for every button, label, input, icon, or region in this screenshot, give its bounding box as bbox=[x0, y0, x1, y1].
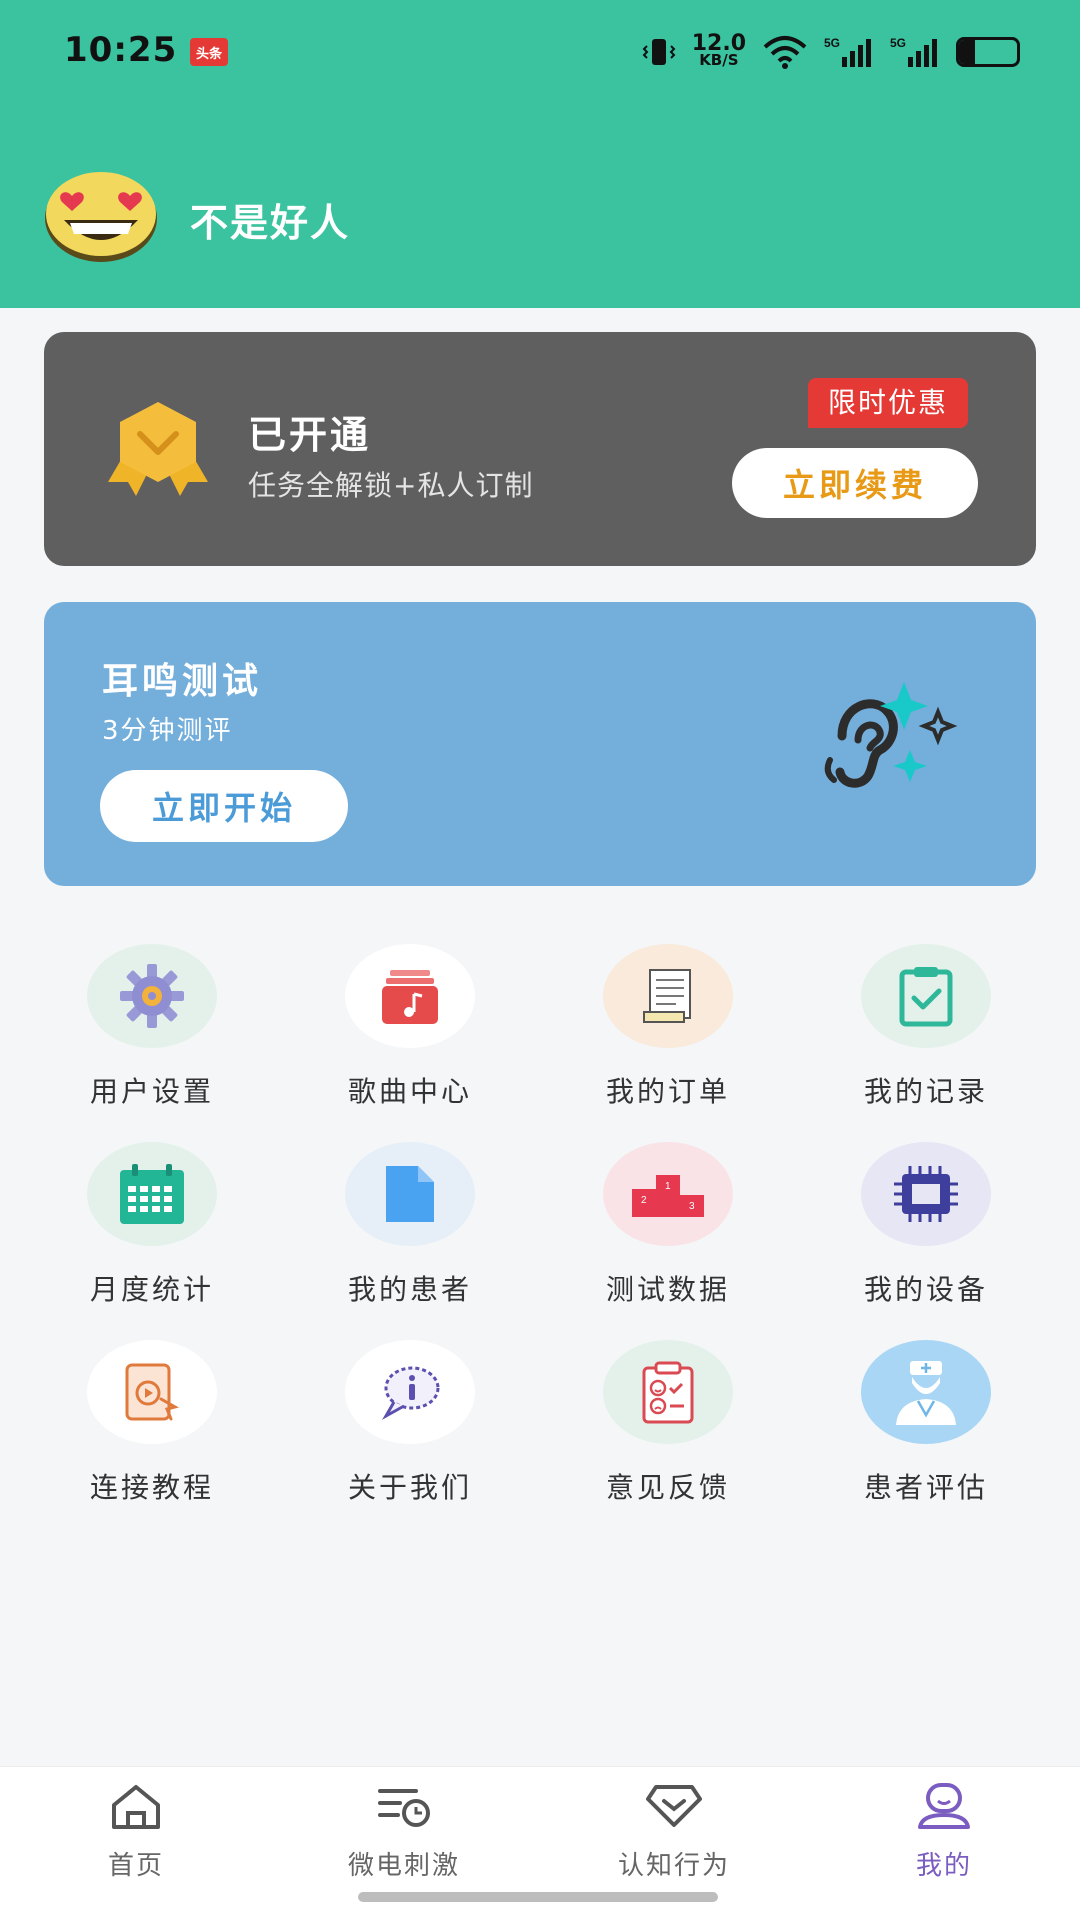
podium-icon: 2 1 3 bbox=[603, 1142, 733, 1246]
nav-home[interactable]: 首页 bbox=[56, 1781, 216, 1882]
doctor-glyph bbox=[896, 1361, 956, 1425]
grid-item-my-orders[interactable]: 我的订单 bbox=[578, 944, 758, 1110]
grid-label: 我的患者 bbox=[347, 1273, 472, 1306]
grid-item-my-records[interactable]: 我的记录 bbox=[836, 944, 1016, 1110]
cognition-icon bbox=[646, 1785, 702, 1827]
grid-label: 月度统计 bbox=[89, 1273, 214, 1306]
svg-text:2: 2 bbox=[641, 1195, 647, 1206]
grid-label: 测试数据 bbox=[605, 1273, 730, 1306]
tutorial-glyph bbox=[125, 1363, 179, 1421]
grid-label: 意见反馈 bbox=[605, 1471, 730, 1504]
grid-label: 连接教程 bbox=[89, 1471, 214, 1504]
profile-icon bbox=[918, 1783, 970, 1829]
grid-label: 关于我们 bbox=[347, 1471, 472, 1504]
grid-item-feedback[interactable]: 意见反馈 bbox=[578, 1340, 758, 1506]
chip-icon bbox=[861, 1142, 991, 1246]
calendar-icon bbox=[87, 1142, 217, 1246]
nav-profile[interactable]: 我的 bbox=[864, 1781, 1024, 1882]
feature-grid-items: 用户设置 歌曲中心 我的订单 我的记录 月度统计 我的患者 2 1 3 测试数据… bbox=[0, 0, 1080, 1920]
nav-label: 认知行为 bbox=[617, 1851, 730, 1881]
grid-label: 用户设置 bbox=[89, 1075, 214, 1108]
grid-label: 我的订单 bbox=[605, 1075, 730, 1108]
info-glyph bbox=[382, 1366, 440, 1420]
grid-item-my-devices[interactable]: 我的设备 bbox=[836, 1142, 1016, 1308]
music-icon bbox=[345, 944, 475, 1048]
grid-item-monthly-stats[interactable]: 月度统计 bbox=[62, 1142, 242, 1308]
feedback-glyph bbox=[642, 1361, 694, 1424]
podium-glyph: 2 1 3 bbox=[632, 1175, 704, 1217]
music-glyph bbox=[382, 970, 438, 1024]
home-indicator[interactable] bbox=[358, 1892, 718, 1902]
grid-label: 患者评估 bbox=[863, 1471, 988, 1504]
battery-level: 27 bbox=[974, 40, 1002, 64]
nav-cognition[interactable]: 认知行为 bbox=[594, 1781, 754, 1882]
home-icon bbox=[112, 1785, 160, 1829]
order-icon bbox=[603, 944, 733, 1048]
gear-icon bbox=[87, 944, 217, 1048]
grid-item-patient-assessment[interactable]: 患者评估 bbox=[836, 1340, 1016, 1506]
grid-item-my-patients[interactable]: 我的患者 bbox=[320, 1142, 500, 1308]
info-icon bbox=[345, 1340, 475, 1444]
nav-label: 我的 bbox=[915, 1851, 972, 1881]
tutorial-icon bbox=[87, 1340, 217, 1444]
order-glyph bbox=[643, 969, 691, 1023]
calendar-glyph bbox=[120, 1164, 184, 1224]
grid-label: 歌曲中心 bbox=[347, 1075, 472, 1108]
file-glyph bbox=[386, 1166, 434, 1222]
feedback-icon bbox=[603, 1340, 733, 1444]
stimulation-icon bbox=[378, 1789, 430, 1827]
grid-item-song-center[interactable]: 歌曲中心 bbox=[320, 944, 500, 1110]
clipboard-glyph bbox=[899, 967, 953, 1027]
grid-label: 我的设备 bbox=[863, 1273, 988, 1306]
grid-item-about-us[interactable]: 关于我们 bbox=[320, 1340, 500, 1506]
grid-item-connection-tutorial[interactable]: 连接教程 bbox=[62, 1340, 242, 1506]
grid-label: 我的记录 bbox=[863, 1075, 988, 1108]
nav-label: 首页 bbox=[107, 1851, 164, 1881]
battery-icon: 27 bbox=[956, 37, 1020, 67]
nav-stimulation[interactable]: 微电刺激 bbox=[324, 1781, 484, 1882]
file-icon bbox=[345, 1142, 475, 1246]
svg-text:1: 1 bbox=[665, 1181, 671, 1192]
chip-glyph bbox=[894, 1166, 958, 1222]
doctor-icon bbox=[861, 1340, 991, 1444]
grid-item-user-settings[interactable]: 用户设置 bbox=[62, 944, 242, 1110]
svg-text:3: 3 bbox=[689, 1201, 695, 1212]
grid-item-test-data[interactable]: 2 1 3 测试数据 bbox=[578, 1142, 758, 1308]
gear-glyph bbox=[120, 964, 184, 1028]
clipboard-icon bbox=[861, 944, 991, 1048]
nav-label: 微电刺激 bbox=[347, 1851, 460, 1881]
